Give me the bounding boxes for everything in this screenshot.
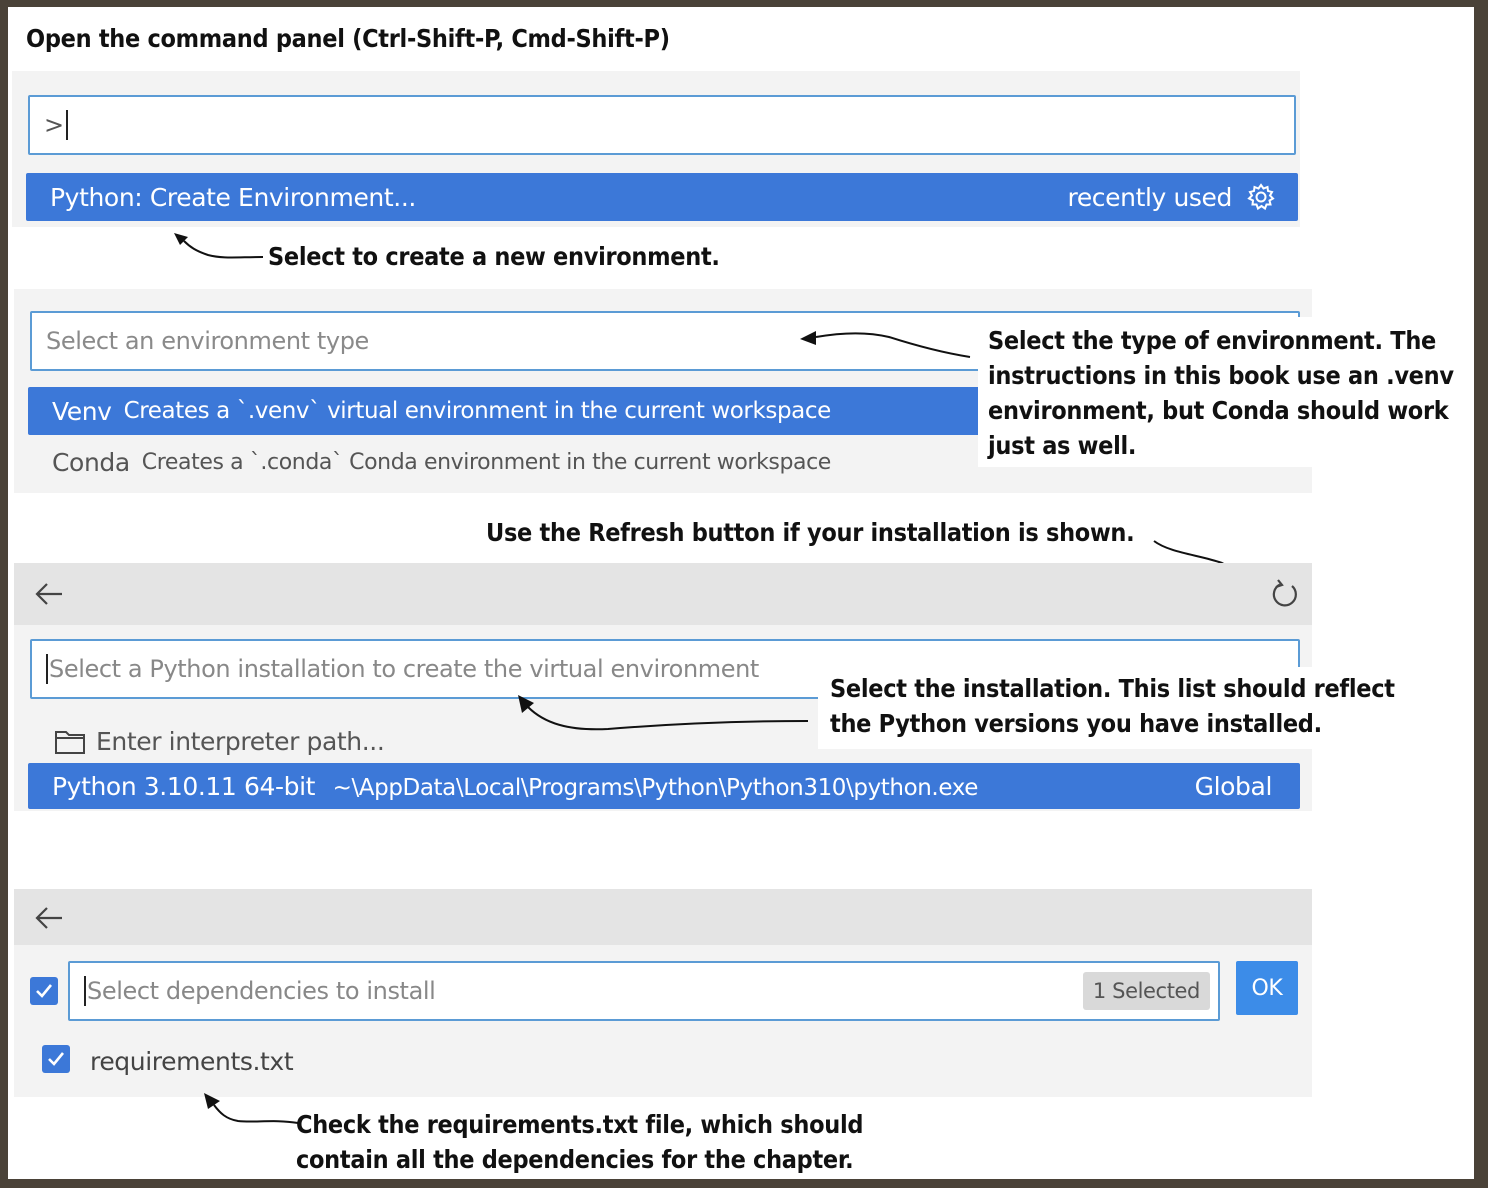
dependencies-picker: Select dependencies to install 1 Selecte… (14, 889, 1312, 1097)
folder-icon (54, 727, 86, 755)
refresh-caption: Use the Refresh button if your installat… (486, 518, 1135, 547)
create-environment-item[interactable]: Python: Create Environment... recently u… (26, 173, 1298, 221)
installation-caption-line-1: Select the installation. This list shoul… (830, 674, 1395, 703)
env-type-caption-line-2: instructions in this book use an .venv (988, 361, 1454, 390)
installation-header (14, 563, 1312, 625)
requirements-checkbox[interactable] (42, 1045, 70, 1073)
text-cursor (65, 110, 68, 140)
arrow-requirements (204, 1093, 299, 1124)
command-input-value: > (44, 111, 64, 139)
ok-button[interactable]: OK (1236, 961, 1298, 1015)
requirements-caption: Check the requirements.txt file, which s… (296, 1107, 863, 1177)
command-input[interactable]: > (28, 95, 1296, 155)
installation-callout-box: Select the installation. This list shoul… (818, 667, 1474, 749)
requirements-caption-line-2: contain all the dependencies for the cha… (296, 1145, 854, 1174)
requirements-caption-line-1: Check the requirements.txt file, which s… (296, 1110, 864, 1139)
conda-option-name: Conda (52, 447, 130, 477)
text-cursor (46, 654, 48, 684)
env-type-caption-line-1: Select the type of environment. The (988, 326, 1436, 355)
python-version: Python 3.10.11 64-bit (52, 771, 316, 801)
refresh-icon[interactable] (1268, 577, 1302, 611)
python-path: ~\AppData\Local\Programs\Python\Python31… (332, 774, 979, 801)
enter-path-option[interactable]: Enter interpreter path... (54, 719, 385, 763)
conda-option[interactable]: Conda Creates a `.conda` Conda environme… (52, 439, 831, 485)
venv-option-description: Creates a `.venv` virtual environment in… (123, 398, 832, 424)
python-scope: Global (1194, 771, 1273, 801)
command-palette: > Python: Create Environment... recently… (12, 71, 1300, 227)
conda-option-description: Creates a `.conda` Conda environment in … (141, 449, 832, 475)
installation-placeholder: Select a Python installation to create t… (49, 655, 759, 683)
open-panel-caption: Open the command panel (Ctrl-Shift-P, Cm… (26, 24, 670, 53)
arrow-installation (518, 695, 809, 731)
text-cursor (84, 976, 86, 1006)
dependencies-header (14, 889, 1312, 945)
back-arrow-icon[interactable] (32, 903, 66, 933)
recently-used-label: recently used (1067, 182, 1233, 212)
python-installation-item[interactable]: Python 3.10.11 64-bit ~\AppData\Local\Pr… (28, 763, 1300, 809)
env-type-callout-box: Select the type of environment. The inst… (978, 317, 1474, 467)
env-type-placeholder: Select an environment type (46, 327, 369, 355)
selected-count-badge: 1 Selected (1082, 972, 1210, 1010)
arrow-env-type (800, 331, 971, 358)
requirements-item[interactable]: requirements.txt (90, 1041, 294, 1081)
enter-path-label: Enter interpreter path... (96, 726, 385, 756)
env-type-caption-line-3: environment, but Conda should work (988, 396, 1449, 425)
gear-icon[interactable] (1246, 182, 1276, 212)
dependencies-input[interactable]: Select dependencies to install 1 Selecte… (68, 961, 1220, 1021)
back-arrow-icon[interactable] (32, 579, 66, 609)
installation-caption-line-2: the Python versions you have installed. (830, 709, 1322, 738)
venv-option-name: Venv (52, 396, 112, 426)
create-environment-label: Python: Create Environment... (50, 182, 416, 212)
figure-sheet: Open the command panel (Ctrl-Shift-P, Cm… (8, 7, 1474, 1179)
dependencies-placeholder: Select dependencies to install (87, 977, 436, 1005)
arrow-create-env (174, 233, 264, 259)
create-env-caption: Select to create a new environment. (268, 242, 720, 271)
select-all-checkbox[interactable] (30, 977, 58, 1005)
env-type-caption-line-4: just as well. (988, 431, 1137, 460)
